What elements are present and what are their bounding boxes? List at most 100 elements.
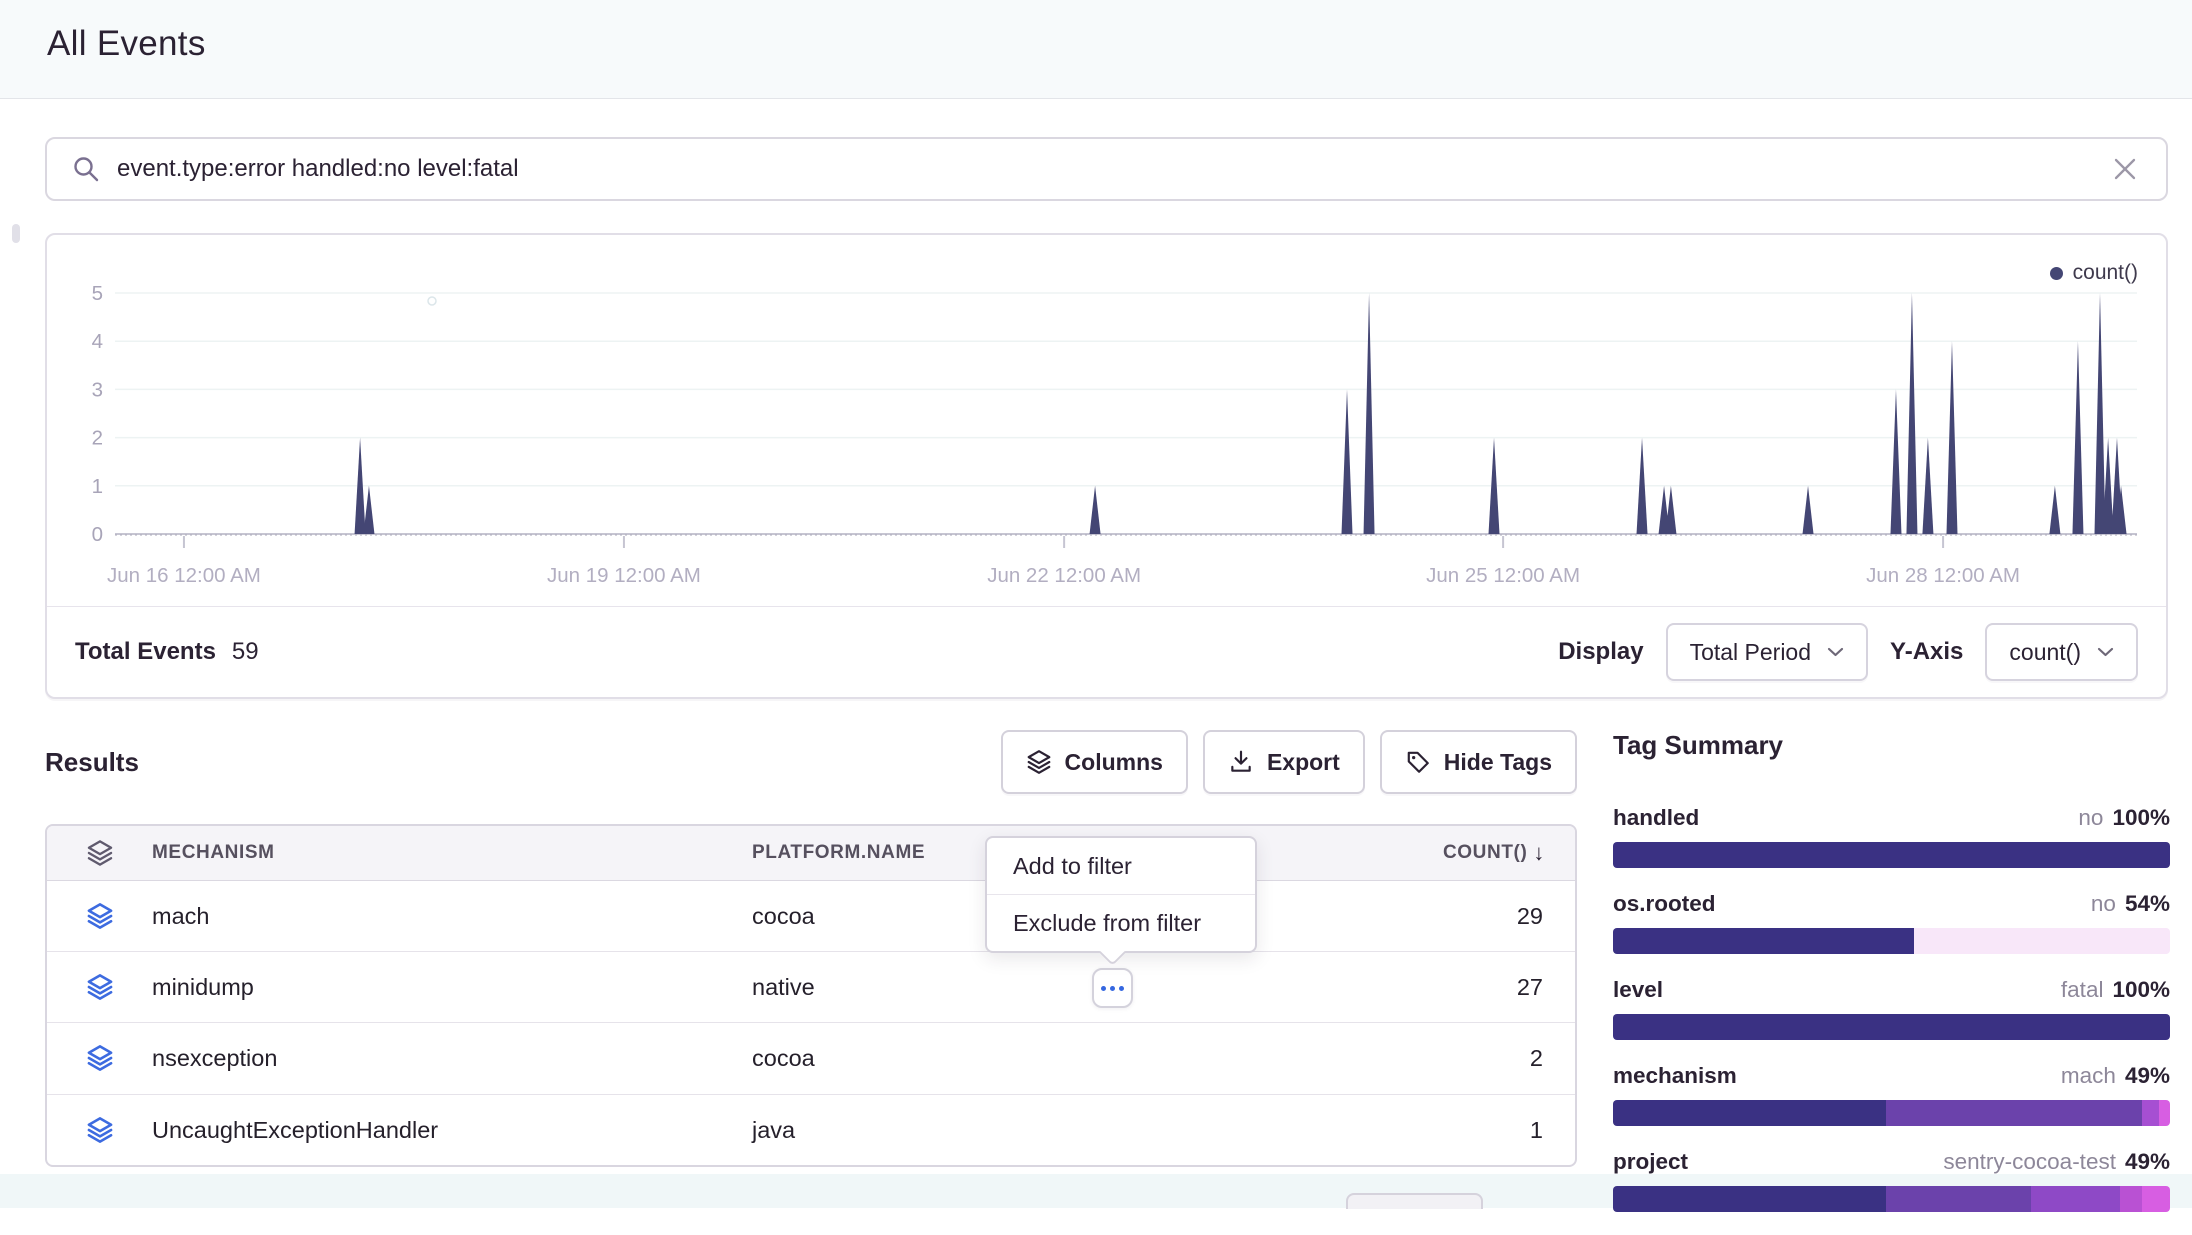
table-row[interactable]: UncaughtExceptionHandler java 1 [47, 1095, 1575, 1166]
chart-spike [1090, 486, 1101, 534]
tag-bar-segment[interactable] [1886, 1186, 2031, 1212]
chevron-down-icon [1827, 647, 1844, 658]
tag-bar-segment[interactable] [1613, 1186, 1886, 1212]
row-layers-icon[interactable] [47, 1116, 152, 1144]
cell-actions-menu: Add to filter Exclude from filter [985, 836, 1257, 953]
svg-text:2: 2 [92, 427, 103, 450]
sort-descending-icon: ↓ [1533, 840, 1545, 866]
tag-top-value: no [2078, 805, 2103, 831]
search-input[interactable]: event.type:error handled:no level:fatal [117, 155, 2108, 183]
export-button-label: Export [1267, 749, 1340, 776]
tag-bar-segment[interactable] [1613, 1014, 2170, 1040]
table-row[interactable]: minidump native 27 [47, 952, 1575, 1023]
chart-spike [1890, 389, 1901, 534]
tag-summary-panel: Tag Summary handled no 100% os.rooted no… [1613, 730, 2170, 1235]
cell-platform: native [752, 974, 1355, 1001]
column-header-mechanism[interactable]: MECHANISM [152, 842, 752, 864]
columns-button-label: Columns [1065, 749, 1163, 776]
tag-bar-segment[interactable] [2120, 1186, 2142, 1212]
tag-bar-segment[interactable] [2159, 1100, 2170, 1126]
columns-button[interactable]: Columns [1001, 730, 1188, 794]
cell-actions-button[interactable] [1092, 968, 1133, 1008]
tag-group-project: project sentry-cocoa-test 49% [1613, 1149, 2170, 1212]
svg-text:Jun 16 12:00 AM: Jun 16 12:00 AM [107, 564, 261, 587]
total-events-label: Total Events [75, 638, 216, 666]
cell-count: 1 [1355, 1117, 1575, 1144]
tag-distribution-bar[interactable] [1613, 1100, 2170, 1126]
drag-handle[interactable] [12, 224, 20, 243]
yaxis-label: Y-Axis [1890, 638, 1963, 666]
tag-distribution-bar[interactable] [1613, 928, 2170, 954]
tag-bar-segment[interactable] [2031, 1186, 2120, 1212]
hide-tags-button[interactable]: Hide Tags [1380, 730, 1577, 794]
tag-bar-segment[interactable] [2142, 1186, 2170, 1212]
tag-name: project [1613, 1149, 1688, 1175]
pagination-button-partial[interactable] [1346, 1193, 1483, 1209]
search-icon [71, 154, 101, 184]
tag-name: os.rooted [1613, 891, 1716, 917]
tag-bar-segment[interactable] [1914, 928, 2170, 954]
display-label: Display [1558, 638, 1643, 666]
tag-top-percent: 54% [2125, 891, 2170, 917]
tag-name: mechanism [1613, 1063, 1737, 1089]
svg-text:Jun 28 12:00 AM: Jun 28 12:00 AM [1866, 564, 2020, 587]
table-row[interactable]: nsexception cocoa 2 [47, 1023, 1575, 1094]
tag-distribution-bar[interactable] [1613, 1014, 2170, 1040]
yaxis-dropdown-value: count() [2009, 639, 2081, 666]
tag-bar-segment[interactable] [1613, 842, 2170, 868]
cell-count: 2 [1355, 1045, 1575, 1072]
display-dropdown-value: Total Period [1690, 639, 1811, 666]
total-events-value: 59 [232, 638, 259, 666]
tag-bar-segment[interactable] [1613, 1100, 1886, 1126]
tag-distribution-bar[interactable] [1613, 842, 2170, 868]
cell-platform: cocoa [752, 1045, 1355, 1072]
svg-text:4: 4 [92, 330, 103, 353]
tag-bar-segment[interactable] [1886, 1100, 2142, 1126]
cell-mechanism: nsexception [152, 1045, 752, 1072]
chart-footer: Total Events 59 Display Total Period Y-A… [47, 606, 2166, 697]
chart-spike [363, 486, 374, 534]
tag-top-percent: 49% [2125, 1149, 2170, 1175]
search-bar[interactable]: event.type:error handled:no level:fatal [45, 137, 2168, 201]
display-dropdown[interactable]: Total Period [1666, 623, 1868, 681]
cell-count: 27 [1355, 974, 1575, 1001]
yaxis-dropdown[interactable]: count() [1985, 623, 2138, 681]
table-row[interactable]: mach cocoa 29 [47, 881, 1575, 952]
tag-group-level: level fatal 100% [1613, 977, 2170, 1040]
tag-group-handled: handled no 100% [1613, 805, 2170, 868]
column-header-count[interactable]: COUNT() ↓ [1355, 840, 1575, 866]
download-icon [1228, 749, 1254, 775]
header-layers-icon[interactable] [47, 839, 152, 867]
chart-legend[interactable]: count() [2050, 261, 2138, 285]
svg-text:5: 5 [92, 282, 103, 305]
tag-bar-segment[interactable] [1613, 928, 1914, 954]
results-heading: Results [45, 747, 139, 778]
tag-summary-heading: Tag Summary [1613, 730, 2170, 761]
clear-search-icon[interactable] [2108, 152, 2142, 186]
events-chart-panel: 012345Jun 16 12:00 AMJun 19 12:00 AMJun … [45, 233, 2168, 699]
chart-artifact-dot [428, 297, 436, 305]
row-layers-icon[interactable] [47, 1044, 152, 1072]
page-header: All Events [0, 0, 2192, 99]
tag-top-value: no [2091, 891, 2116, 917]
cell-mechanism: UncaughtExceptionHandler [152, 1117, 752, 1144]
table-header-row: MECHANISM PLATFORM.NAME COUNT() ↓ [47, 826, 1575, 881]
ellipsis-icon [1110, 986, 1115, 991]
svg-text:Jun 22 12:00 AM: Jun 22 12:00 AM [987, 564, 1141, 587]
row-layers-icon[interactable] [47, 902, 152, 930]
tag-top-value: mach [2061, 1063, 2116, 1089]
tag-bar-segment[interactable] [2142, 1100, 2159, 1126]
chart-spike [1364, 293, 1375, 534]
row-layers-icon[interactable] [47, 973, 152, 1001]
tag-top-percent: 100% [2112, 977, 2170, 1003]
menu-item-add-to-filter[interactable]: Add to filter [987, 838, 1255, 894]
svg-text:3: 3 [92, 378, 103, 401]
export-button[interactable]: Export [1203, 730, 1365, 794]
cell-count: 29 [1355, 903, 1575, 930]
cell-platform: java [752, 1117, 1355, 1144]
svg-text:1: 1 [92, 475, 103, 498]
tag-name: level [1613, 977, 1663, 1003]
tag-distribution-bar[interactable] [1613, 1186, 2170, 1212]
chart-spike [2094, 293, 2105, 534]
menu-item-exclude-from-filter[interactable]: Exclude from filter [987, 895, 1255, 951]
